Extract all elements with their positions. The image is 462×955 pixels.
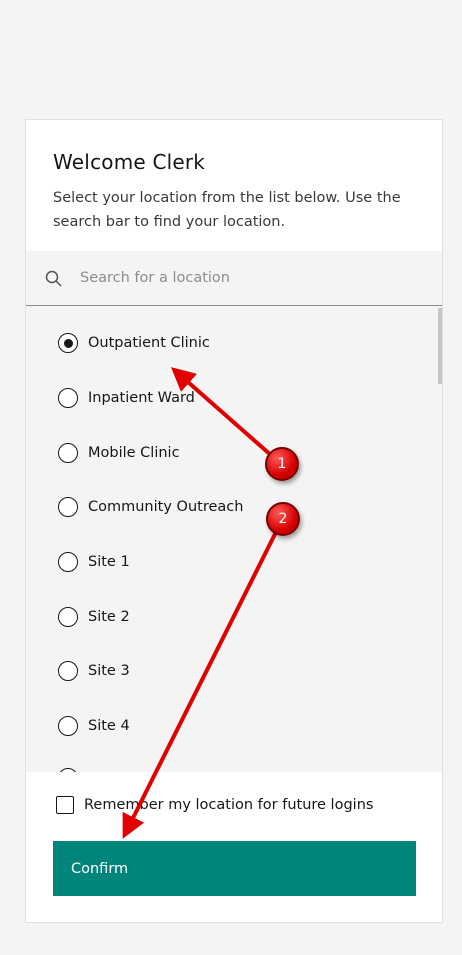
page-subtitle: Select your location from the list below… bbox=[53, 190, 401, 230]
location-label: Outpatient Clinic bbox=[88, 335, 210, 351]
list-scrollbar[interactable] bbox=[438, 306, 442, 772]
radio-button[interactable] bbox=[58, 661, 78, 681]
location-label: Site 2 bbox=[88, 609, 130, 625]
location-option-community-outreach[interactable]: Community Outreach bbox=[58, 495, 243, 519]
radio-button-checked[interactable] bbox=[58, 333, 78, 353]
radio-button[interactable] bbox=[58, 443, 78, 463]
location-label: Mobile Clinic bbox=[88, 445, 180, 461]
search-icon bbox=[44, 269, 64, 289]
location-option-site-4[interactable]: Site 4 bbox=[58, 714, 130, 738]
remember-checkbox[interactable] bbox=[56, 796, 74, 814]
confirm-button[interactable]: Confirm bbox=[53, 841, 416, 896]
location-option-inpatient-ward[interactable]: Inpatient Ward bbox=[58, 386, 195, 410]
location-option-outpatient-clinic[interactable]: Outpatient Clinic bbox=[58, 331, 210, 355]
scrollbar-thumb[interactable] bbox=[438, 308, 442, 384]
remember-label: Remember my location for future logins bbox=[84, 797, 374, 813]
location-label: Community Outreach bbox=[88, 499, 244, 515]
location-option-site-1[interactable]: Site 1 bbox=[58, 550, 130, 574]
location-option-partial[interactable] bbox=[58, 766, 78, 772]
location-card: Welcome Clerk Select your location from … bbox=[25, 119, 443, 923]
location-option-mobile-clinic[interactable]: Mobile Clinic bbox=[58, 441, 180, 465]
radio-button[interactable] bbox=[58, 552, 78, 572]
remember-location[interactable]: Remember my location for future logins bbox=[56, 796, 373, 814]
location-option-site-2[interactable]: Site 2 bbox=[58, 605, 130, 629]
location-label: Inpatient Ward bbox=[88, 390, 195, 406]
radio-button[interactable] bbox=[58, 768, 78, 772]
location-label: Site 1 bbox=[88, 554, 130, 570]
radio-button[interactable] bbox=[58, 388, 78, 408]
location-label: Site 4 bbox=[88, 718, 130, 734]
search-input[interactable] bbox=[80, 251, 420, 305]
location-option-site-3[interactable]: Site 3 bbox=[58, 659, 130, 683]
search-bar[interactable] bbox=[26, 251, 442, 306]
location-label: Site 3 bbox=[88, 663, 130, 679]
radio-button[interactable] bbox=[58, 497, 78, 517]
radio-button[interactable] bbox=[58, 716, 78, 736]
location-list[interactable]: Outpatient Clinic Inpatient Ward Mobile … bbox=[26, 306, 442, 772]
page-title: Welcome Clerk bbox=[53, 150, 206, 174]
radio-button[interactable] bbox=[58, 607, 78, 627]
